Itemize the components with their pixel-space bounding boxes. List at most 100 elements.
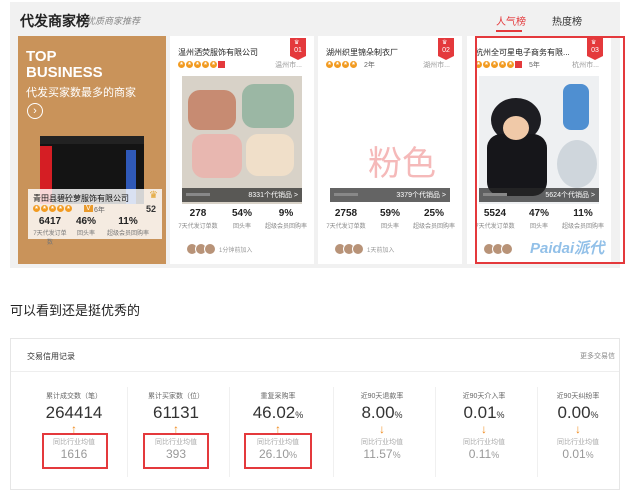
product-count-bar[interactable]: 8331个代销品 > [182,188,302,202]
metric-refund-rate: 近90天退款率 8.00% ↓ 同比行业均值 11.57% [337,391,427,461]
merchant-card-1[interactable]: 温州洒荧服饰有限公司 ♛ 01 ★ ★ ★ ★ ★ 温州市... 8331个代销品 >… [170,36,314,264]
star-icon: ★ [41,205,48,212]
stat-value: 54% [231,208,252,219]
stat-label: 超级会员回购率 [264,224,307,230]
product-image-sweaters[interactable] [182,76,302,204]
compare-value: 0.11% [468,447,500,461]
rating-stars: ★ ★ ★ ★ ★ [178,61,225,68]
stat-label: 7天代发订单数 [178,224,218,230]
compare-value: 11.57% [363,447,401,461]
star-icon: ★ [178,61,185,68]
highlight-box [143,433,209,469]
tab-heat[interactable]: 热度榜 [552,13,582,28]
product-count: 3379个代销品 > [396,192,446,199]
banner-subtitle: 代发买家数最多的商家 [26,87,136,99]
stat-label: 超级会员回购率 [106,231,149,237]
card-stats: 2758 7天代发订单数 59% 回头率 25% 超级会员回购率 [324,208,456,230]
arrow-down-icon: ↓ [379,422,385,436]
product-image-placeholder[interactable]: 粉色 [330,76,450,204]
metric-value: 0.00% [557,403,599,422]
stat-label: 回头率 [76,231,95,237]
shop-name[interactable]: 湖州织里锦朵制衣厂 [326,47,398,58]
metric-label: 累计成交数（笔） [46,393,102,400]
divider [11,371,619,372]
recent-buyers: 1天前加入 [334,243,394,255]
avatar [204,243,216,255]
avatar [352,243,364,255]
rating-stars: ★ ★ ★ ★ ★ [33,205,72,212]
tab-popularity[interactable]: 人气榜 [496,13,526,28]
banner-shop-card[interactable]: 青田县碧砼萝服饰有限公司 ★ ★ ★ ★ ★ V 6年 6417 7天代发订单数 46… [28,189,162,246]
stat-value: 46% [75,216,96,227]
star-icon: ★ [186,61,193,68]
banner-stats: 6417 7天代发订单数 46% 回头率 11% 超级会员回购率 [32,216,160,246]
crown-icon: ♛ [442,40,448,46]
arrow-down-icon: ↓ [575,422,581,436]
arrow-down-icon: ↓ [481,422,487,436]
metric-label: 累计买家数（位） [148,393,204,400]
star-icon: ★ [334,61,341,68]
card-stats: 278 7天代发订单数 54% 回头率 9% 超级会员回购率 [176,208,308,230]
compare-label: 同比行业均值 [557,439,599,446]
credit-title: 交易信用记录 [27,352,75,361]
panel-subtitle: 优质商家推荐 [86,16,141,26]
highlight-box [42,433,108,469]
stat-value: 6417 [38,216,62,227]
compare-label: 同比行业均值 [463,439,505,446]
star-icon: ★ [210,61,217,68]
divider [435,387,436,477]
shop-location: 湖州市... [423,62,450,69]
stat-value: 278 [189,208,207,219]
comment-text: 可以看到还是挺优秀的 [10,303,141,318]
star-icon: ★ [57,205,64,212]
metric-value: 0.01% [463,403,505,422]
star-icon: ★ [65,205,72,212]
metric-label: 近90天退款率 [360,393,404,400]
merchant-card-2[interactable]: 湖州织里锦朵制衣厂 ♛ 02 ★ ★ ★ ★ 2年 湖州市... 粉色 3379个代销… [318,36,462,264]
divider [229,387,230,477]
stat-value: 11% [118,216,138,227]
stat-label: 7天代发订单数 [326,224,366,230]
stat-label: 超级会员回购率 [412,224,455,230]
metric-dispute-rate: 近90天纠纷率 0.00% ↓ 同比行业均值 0.01% [533,391,623,461]
shop-location: 温州市... [275,62,302,69]
stat-value: 25% [423,208,444,219]
chevron-right-icon[interactable]: › [27,103,43,119]
more-link[interactable]: 更多交易信 [580,351,615,361]
product-count-bar[interactable]: 3379个代销品 > [330,188,450,202]
stat-label: 回头率 [232,224,251,230]
stat-value: 2758 [334,208,358,219]
metric-label: 近90天纠纷率 [556,393,600,400]
recent-buyers: 1分钟前加入 [186,243,252,255]
watermark: Paidai派代 [530,240,605,257]
metric-label: 重复采购率 [260,393,296,400]
rank-badge: ♛ 02 [438,38,454,60]
rank-badge: ♛ 01 [290,38,306,60]
shop-years: 2年 [364,62,375,69]
banner-shop-name: 青田县碧砼萝服饰有限公司 [33,194,129,203]
compare-label: 同比行业均值 [361,439,403,446]
shop-name[interactable]: 温州洒荧服饰有限公司 [178,47,258,58]
join-time: 1天前加入 [367,247,395,254]
star-icon: ★ [350,61,357,68]
metric-value: 264414 [45,403,103,422]
stat-value: 59% [379,208,400,219]
star-icon: ★ [194,61,201,68]
banner-rank: 52 [146,204,157,214]
metric-intervention-rate: 近90天介入率 0.01% ↓ 同比行业均值 0.11% [439,391,529,461]
stat-label: 7天代发订单数 [33,231,67,246]
star-icon: ★ [49,205,56,212]
metric-label: 近90天介入率 [462,393,506,400]
join-time: 1分钟前加入 [219,247,253,254]
merchant-ranking-panel: 代发商家榜 优质商家推荐 人气榜 热度榜 TOP BUSINESS 代发买家数最… [10,2,625,268]
crown-icon: ♛ [294,40,300,46]
metric-value: 46.02% [252,403,304,422]
star-icon: ★ [342,61,349,68]
shield-icon [218,61,225,68]
star-icon: ★ [202,61,209,68]
banner-line-1: TOP [26,48,57,65]
active-tab-underline [496,30,522,32]
rating-stars: ★ ★ ★ ★ [326,61,357,68]
top-business-banner[interactable]: TOP BUSINESS 代发买家数最多的商家 › 青田县碧砼萝服饰有限公司 ★… [18,36,166,264]
placeholder-text: 粉色 [368,145,436,183]
